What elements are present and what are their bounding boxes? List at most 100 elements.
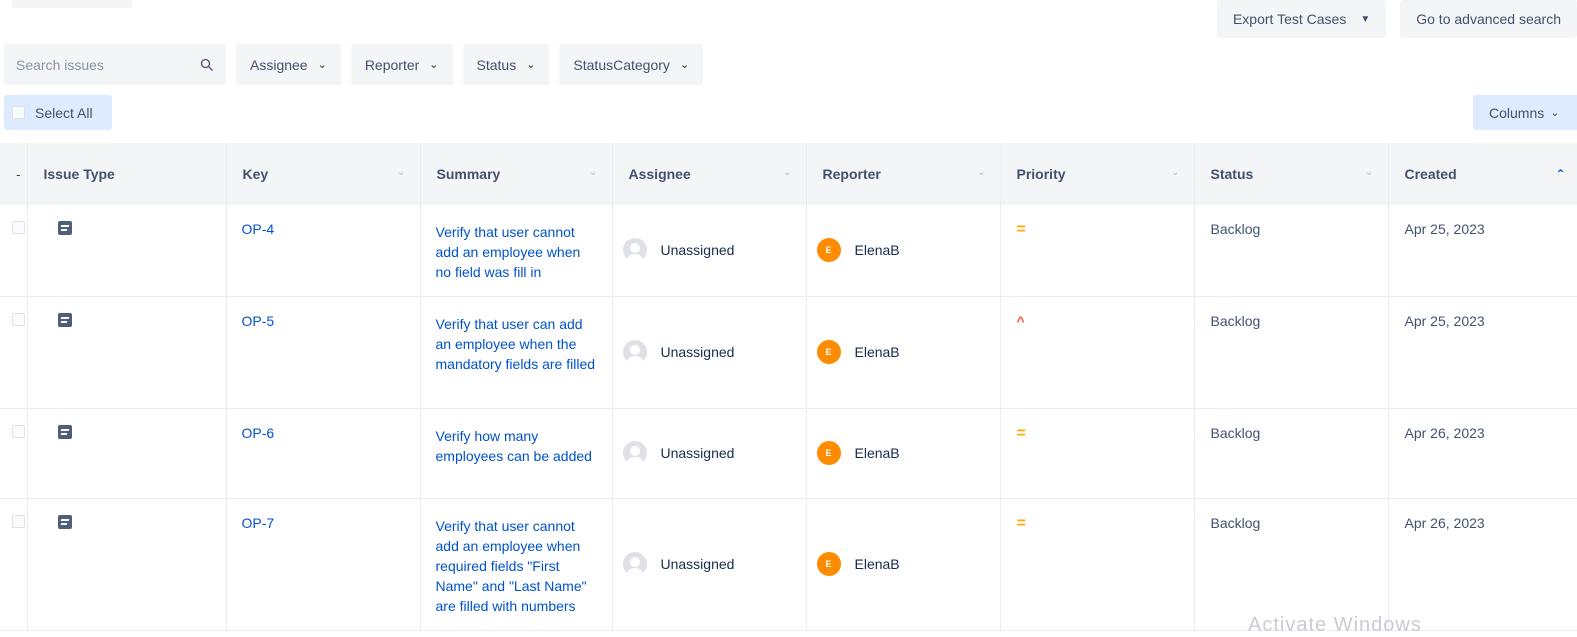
chevron-down-icon: ⌄ — [679, 59, 690, 71]
status-category-filter-button[interactable]: StatusCategory ⌄ — [559, 44, 704, 85]
export-test-cases-button[interactable]: Export Test Cases ▼ — [1216, 0, 1387, 38]
header-key-label: Key — [242, 166, 269, 182]
unassigned-avatar-icon — [622, 441, 647, 465]
status-value: Backlog — [1210, 312, 1261, 329]
header-created-label: Created — [1404, 166, 1457, 182]
header-reporter-label: Reporter — [822, 166, 881, 182]
top-actions: Export Test Cases ▼ Go to advanced searc… — [1216, 0, 1577, 38]
advanced-search-button[interactable]: Go to advanced search — [1400, 0, 1577, 38]
sort-chevron-icon: ⌄ — [1171, 167, 1180, 178]
header-priority-label: Priority — [1016, 166, 1066, 182]
issue-summary-link[interactable]: Verify that user can add an employee whe… — [436, 316, 596, 372]
assignee-name: Unassigned — [660, 242, 735, 259]
search-icon — [200, 58, 213, 71]
header-summary[interactable]: Summary ⌄ — [420, 143, 613, 205]
row-checkbox[interactable] — [12, 221, 25, 234]
row-checkbox[interactable] — [12, 514, 25, 528]
reporter-name: ElenaB — [854, 344, 900, 360]
select-all-button[interactable]: Select All — [4, 95, 112, 130]
header-key[interactable]: Key ⌄ — [226, 143, 421, 205]
reporter-name: ElenaB — [854, 242, 900, 259]
status-category-filter-label: StatusCategory — [573, 56, 670, 73]
sort-ascending-icon: ⌃ — [1555, 167, 1566, 181]
reporter-avatar: E — [816, 552, 841, 576]
issue-key-link[interactable]: OP-4 — [242, 221, 275, 237]
chevron-down-icon: ⌄ — [317, 59, 327, 71]
assignee-name: Unassigned — [660, 556, 735, 572]
issue-key-link[interactable]: OP-6 — [242, 425, 275, 441]
header-issue-type[interactable]: Issue Type — [27, 143, 227, 205]
priority-high-icon: ^ — [1016, 312, 1025, 329]
issue-key-link[interactable]: OP-5 — [242, 313, 275, 329]
header-assignee[interactable]: Assignee ⌄ — [612, 143, 807, 205]
reporter-name: ElenaB — [854, 445, 900, 461]
unassigned-avatar-icon — [622, 340, 647, 364]
header-select[interactable]: - — [0, 143, 28, 205]
chevron-down-icon: ⌄ — [526, 59, 536, 71]
reporter-avatar: E — [816, 441, 841, 465]
table-row[interactable]: OP-5 Verify that user can add an employe… — [0, 296, 1577, 409]
header-reporter[interactable]: Reporter ⌄ — [806, 143, 1001, 205]
reporter-filter-label: Reporter — [364, 56, 420, 73]
reporter-cell: E ElenaB — [816, 340, 1000, 364]
unassigned-avatar-icon — [622, 238, 647, 263]
issues-table: - Issue Type Key ⌄ Summary ⌄ Assignee ⌄ Rep… — [0, 143, 1577, 631]
reporter-cell: E ElenaB — [816, 552, 1000, 576]
issue-summary-link[interactable]: Verify that user cannot add an employee … — [436, 518, 587, 614]
top-left-partial-element — [12, 0, 132, 8]
sort-chevron-icon: ⌄ — [977, 167, 986, 178]
sort-chevron-icon: ⌄ — [1365, 167, 1374, 178]
columns-button[interactable]: Columns ⌄ — [1473, 95, 1577, 130]
header-priority[interactable]: Priority ⌄ — [1000, 143, 1195, 205]
status-value: Backlog — [1210, 221, 1261, 237]
reporter-name: ElenaB — [854, 556, 900, 572]
status-value: Backlog — [1210, 424, 1261, 441]
select-all-checkbox[interactable] — [12, 106, 25, 119]
search-input[interactable]: Search issues — [4, 44, 226, 85]
assignee-cell: Unassigned — [622, 340, 806, 364]
created-date: Apr 25, 2023 — [1404, 221, 1485, 237]
row-checkbox[interactable] — [12, 312, 25, 326]
assignee-cell: Unassigned — [622, 238, 806, 263]
reporter-avatar: E — [816, 238, 841, 263]
header-created[interactable]: Created ⌃ — [1388, 143, 1577, 205]
chevron-down-icon: ▼ — [1360, 13, 1371, 25]
header-assignee-label: Assignee — [628, 166, 691, 182]
reporter-avatar: E — [816, 340, 841, 364]
table-row[interactable]: OP-6 Verify how many employees can be ad… — [0, 408, 1577, 499]
select-all-label: Select All — [35, 104, 93, 121]
created-date: Apr 26, 2023 — [1404, 514, 1485, 531]
reporter-filter-button[interactable]: Reporter ⌄ — [350, 44, 453, 85]
issue-summary-link[interactable]: Verify that user cannot add an employee … — [436, 224, 581, 280]
header-status-label: Status — [1210, 166, 1254, 182]
priority-medium-icon: = — [1016, 514, 1026, 532]
assignee-filter-button[interactable]: Assignee ⌄ — [236, 44, 341, 85]
sort-chevron-icon: ⌄ — [783, 167, 792, 178]
assignee-name: Unassigned — [660, 344, 735, 360]
test-issue-type-icon — [57, 221, 72, 235]
row-checkbox[interactable] — [12, 424, 25, 438]
header-status[interactable]: Status ⌄ — [1194, 143, 1389, 205]
chevron-down-icon: ⌄ — [429, 59, 439, 71]
assignee-cell: Unassigned — [622, 441, 806, 465]
header-summary-label: Summary — [436, 166, 501, 182]
export-test-cases-label: Export Test Cases — [1232, 11, 1347, 27]
status-filter-button[interactable]: Status ⌄ — [462, 44, 550, 85]
chevron-down-icon: ⌄ — [1550, 107, 1560, 119]
table-row[interactable]: OP-7 Verify that user cannot add an empl… — [0, 498, 1577, 631]
priority-medium-icon: = — [1016, 424, 1026, 442]
priority-medium-icon: = — [1016, 221, 1026, 238]
test-issue-type-icon — [57, 514, 72, 529]
activate-windows-watermark: Activate Windows — [1248, 614, 1422, 636]
issue-summary-link[interactable]: Verify how many employees can be added — [436, 428, 592, 464]
assignee-filter-label: Assignee — [250, 56, 308, 73]
columns-label: Columns — [1489, 104, 1545, 121]
assignee-cell: Unassigned — [622, 552, 806, 576]
issue-key-link[interactable]: OP-7 — [242, 515, 275, 531]
test-issue-type-icon — [57, 312, 72, 327]
unassigned-avatar-icon — [622, 552, 647, 576]
reporter-cell: E ElenaB — [816, 238, 1000, 263]
table-row[interactable]: OP-4 Verify that user cannot add an empl… — [0, 205, 1577, 297]
header-issue-type-label: Issue Type — [43, 166, 115, 182]
assignee-name: Unassigned — [660, 445, 735, 461]
